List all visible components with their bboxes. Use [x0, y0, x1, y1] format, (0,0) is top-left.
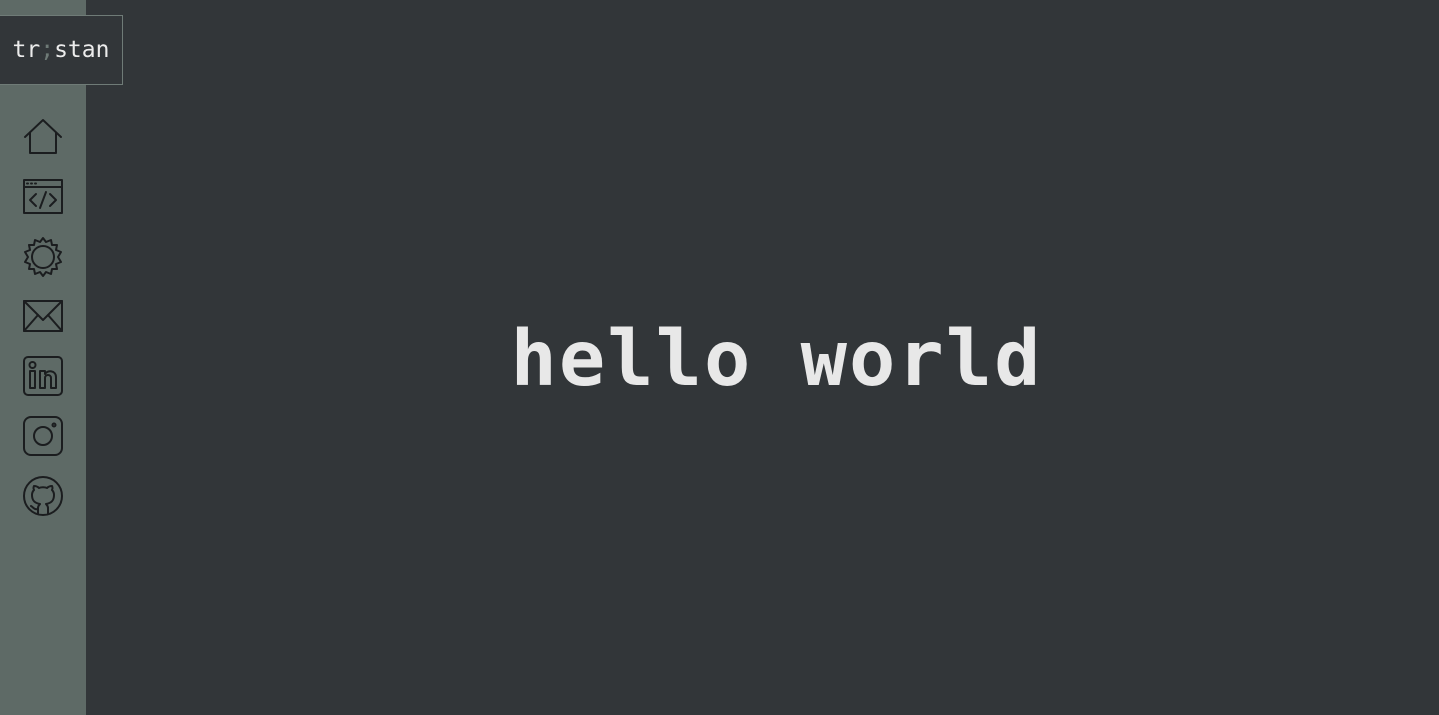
main-content: hello world	[86, 0, 1439, 715]
nav-email[interactable]	[22, 296, 64, 338]
logo-prefix: tr	[12, 37, 41, 63]
linkedin-icon	[23, 356, 63, 396]
home-icon	[24, 119, 62, 154]
mail-icon	[23, 300, 63, 332]
sidebar	[0, 0, 86, 715]
instagram-icon	[23, 416, 63, 456]
nav-instagram[interactable]	[22, 415, 64, 457]
nav-linkedin[interactable]	[22, 355, 64, 397]
gear-icon	[24, 237, 62, 277]
nav-home[interactable]	[22, 116, 64, 158]
hero-heading: hello world	[510, 315, 1043, 404]
github-icon	[23, 476, 63, 516]
logo-separator: ;	[40, 37, 55, 63]
site-logo[interactable]: tr; stan	[0, 15, 123, 85]
nav-github[interactable]	[22, 475, 64, 517]
nav-projects[interactable]	[22, 176, 64, 218]
code-window-icon	[23, 179, 63, 214]
logo-suffix: stan	[54, 37, 110, 63]
nav-settings[interactable]	[22, 236, 64, 278]
